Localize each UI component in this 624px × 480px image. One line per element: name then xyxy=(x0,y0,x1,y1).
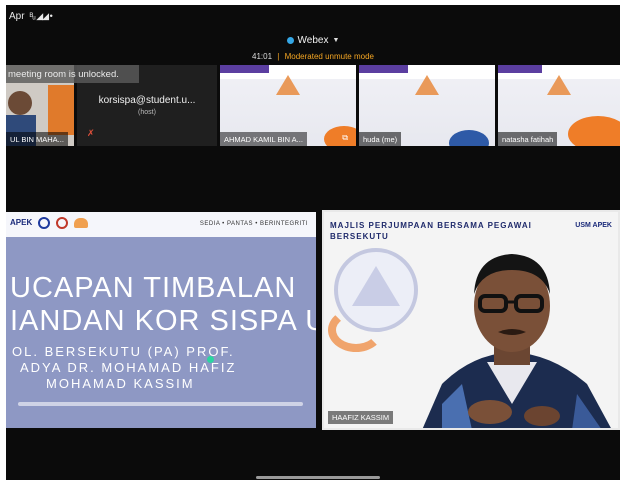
participant-name: UL BIN MAHA... xyxy=(6,132,68,146)
participant-name: huda (me) xyxy=(359,132,402,146)
meeting-title-button[interactable]: Webex ▼ xyxy=(286,35,340,46)
slide-header: APEK SEDIA • PANTAS • BERINTEGRITI xyxy=(6,212,316,237)
emblem-icon xyxy=(38,217,50,229)
webex-icon xyxy=(286,37,294,44)
host-label: (host) xyxy=(138,109,156,116)
speaker-name-label: HAAFIZ KASSIM xyxy=(328,411,394,424)
active-speaker-video[interactable]: MAJLIS PERJUMPAAN BERSAMA PEGAWAI BERSEK… xyxy=(322,210,620,430)
shared-content-view[interactable]: APEK SEDIA • PANTAS • BERINTEGRITI UCAPA… xyxy=(6,212,316,428)
emblem-icon xyxy=(56,217,68,229)
participant-name: korsispa@student.u... xyxy=(98,95,196,106)
webex-meeting-screen: Apr ᴮᵤ ◢◢ • Webex ▼ 41:01 | Moderated un… xyxy=(6,5,620,480)
participant-tile[interactable]: natasha fatihah xyxy=(498,65,620,146)
slide-divider xyxy=(18,402,303,406)
slide-title-line: IANDAN KOR SISPA USM xyxy=(10,305,316,337)
participant-tile[interactable]: huda (me) xyxy=(359,65,495,146)
slide-title-line: UCAPAN TIMBALAN xyxy=(10,272,297,304)
room-unlocked-notification: meeting room is unlocked. xyxy=(6,65,139,83)
logo-mark-icon xyxy=(74,218,88,228)
chevron-down-icon: ▼ xyxy=(332,37,340,44)
speaker-name-line: MOHAMAD KASSIM xyxy=(46,376,195,391)
background-logos: USM APEK xyxy=(575,222,612,229)
participant-tile[interactable]: AHMAD KAMIL BIN A... ⧉ xyxy=(220,65,356,146)
background-swoosh xyxy=(328,308,384,352)
app-title: Webex xyxy=(297,35,329,46)
pointer-cursor xyxy=(207,356,214,363)
speaker-person xyxy=(422,254,611,428)
signal-icons: ᴮᵤ ◢◢ • xyxy=(29,10,53,21)
status-bar: Apr ᴮᵤ ◢◢ • xyxy=(6,5,620,27)
slide-motto: SEDIA • PANTAS • BERINTEGRITI xyxy=(199,221,308,227)
meeting-header: Webex ▼ 41:01 | Moderated unmute mode xyxy=(6,31,620,61)
participant-name: AHMAD KAMIL BIN A... xyxy=(220,132,307,146)
speaker-name-line: ADYA DR. MOHAMAD HAFIZ xyxy=(20,360,237,375)
apek-logo: APEK xyxy=(10,218,33,227)
participant-name: natasha fatihah xyxy=(498,132,558,146)
meeting-timer: 41:01 xyxy=(252,52,273,61)
muted-mic-icon: ✗ xyxy=(87,128,95,138)
status-date: Apr xyxy=(9,10,25,22)
share-icon: ⧉ xyxy=(342,133,348,142)
home-indicator[interactable] xyxy=(256,476,380,479)
speaker-name-line: OL. BERSEKUTU (PA) PROF. xyxy=(12,344,235,359)
divider: | xyxy=(277,52,280,61)
unmute-mode-label: Moderated unmute mode xyxy=(284,52,374,61)
meeting-status-line: 41:01 | Moderated unmute mode xyxy=(6,52,620,61)
